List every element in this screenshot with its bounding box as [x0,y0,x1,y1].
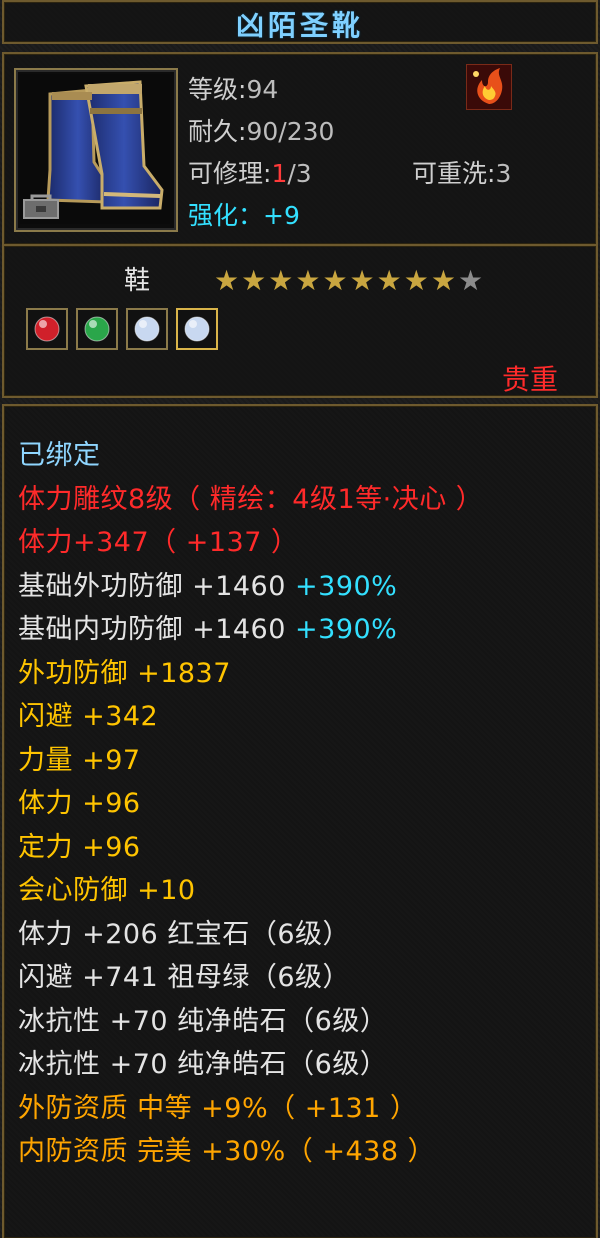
gem-socket[interactable] [76,308,118,350]
rewash-row: 可重洗:3 [412,154,511,190]
outer-defense-quality-attr: 外防资质 中等 +9%（ +131 ） [18,1092,418,1124]
star-filled-icon: ★ [349,264,377,297]
gem-sockets [26,308,218,350]
star-filled-icon: ★ [268,264,296,297]
level-row: 等级:94 [188,70,278,106]
diamond-gem-icon [184,316,210,342]
attribute-panel: 已绑定 体力雕纹8级（ 精绘：4级1等·决心 ） 体力+347（ +137 ） … [2,404,598,1238]
item-icon-frame[interactable] [14,68,178,232]
rewash-value: 3 [495,159,512,188]
base-inner-defense-value: 基础内功防御 +1460 [18,614,296,645]
repair-row: 可修理:1/3 [188,154,312,190]
repair-label: 可修理 [188,159,264,188]
gem-socket[interactable] [176,308,218,350]
base-outer-defense-value: 基础外功防御 +1460 [18,570,296,602]
star-filled-icon: ★ [403,264,431,297]
durability-label: 耐久 [188,117,239,146]
durability-value: 90/230 [246,117,335,146]
base-inner-defense-attr: 基础内功防御 +1460 +390% [18,608,483,652]
rewash-label: 可重洗 [412,159,488,188]
enhance-stars: ★★★★★★★★★★ [214,264,485,297]
star-filled-icon: ★ [376,264,404,297]
gem-socket[interactable] [26,308,68,350]
base-inner-defense-pct: +390% [295,614,398,645]
bound-status: 已绑定 [18,440,101,471]
lock-icon [23,194,59,219]
dodge-attr: 闪避 +342 [18,701,159,732]
durability-row: 耐久:90/230 [188,112,334,148]
gem-attr-1: 体力 +206 红宝石（6级） [18,918,351,950]
repair-total: /3 [287,159,312,188]
attribute-list: 已绑定 体力雕纹8级（ 精绘：4级1等·决心 ） 体力+347（ +137 ） … [18,434,483,1174]
focus-attr: 定力 +96 [18,831,141,863]
gem-attr-2: 闪避 +741 祖母绿（6级） [18,962,351,993]
enhance-label: 强化： [188,201,264,230]
star-filled-icon: ★ [322,264,350,297]
slot-type: 鞋 [124,266,151,296]
emerald-gem-icon [84,316,110,342]
diamond-gem-icon [134,316,160,342]
outer-defense-attr: 外功防御 +1837 [18,657,231,689]
item-name: 凶陌圣靴 [235,9,364,42]
item-tooltip: 凶陌圣靴 等级:94 耐久:90/230 可修理:1/3 可重洗:3 强化：+9… [0,0,600,1238]
stamina-attr: 体力 +96 [18,788,141,819]
star-filled-icon: ★ [214,264,242,297]
enhance-row: 强化：+9 [188,196,300,232]
carving-attr: 体力雕纹8级（ 精绘：4级1等·决心 ） [18,483,484,515]
enhance-value: +9 [263,201,300,230]
carving-stamina-attr: 体力+347（ +137 ） [18,527,299,558]
level-label: 等级 [188,75,239,104]
quality-label: 贵重 [501,363,558,396]
level-value: 94 [246,75,279,104]
crit-defense-attr: 会心防御 +10 [18,875,196,906]
slot-panel: 鞋 ★★★★★★★★★★ 贵重 [2,244,598,398]
base-outer-defense-pct: +390% [295,570,398,602]
star-filled-icon: ★ [295,264,323,297]
gem-attr-3: 冰抗性 +70 纯净皓石（6级） [18,1005,388,1037]
gem-socket[interactable] [126,308,168,350]
fire-buff-icon[interactable] [466,64,512,110]
repair-used: 1 [271,159,288,188]
item-info-panel: 等级:94 耐久:90/230 可修理:1/3 可重洗:3 强化：+9 [2,52,598,244]
strength-attr: 力量 +97 [18,744,141,776]
inner-defense-quality-attr: 内防资质 完美 +30%（ +438 ） [18,1136,436,1167]
star-filled-icon: ★ [430,264,458,297]
base-outer-defense-attr: 基础外功防御 +1460 +390% [18,565,483,609]
title-bar: 凶陌圣靴 [2,0,598,44]
ruby-gem-icon [34,316,60,342]
gem-attr-4: 冰抗性 +70 纯净皓石（6级） [18,1049,388,1080]
star-empty-icon: ★ [457,264,486,297]
star-filled-icon: ★ [241,264,269,297]
